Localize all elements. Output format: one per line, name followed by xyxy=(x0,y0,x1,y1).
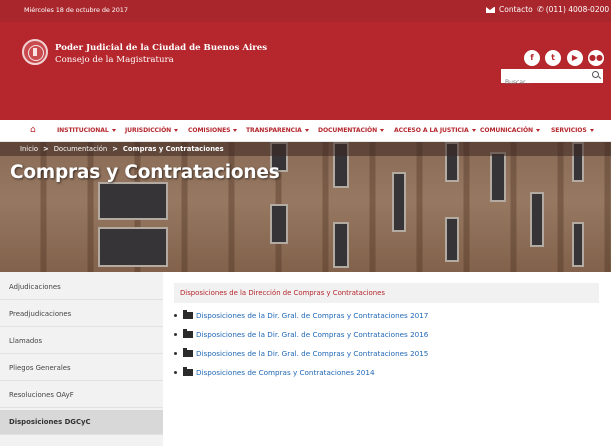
mail-icon xyxy=(486,6,495,13)
document-link[interactable]: Disposiciones de Compras y Contratacione… xyxy=(196,368,375,377)
folder-icon xyxy=(183,328,193,338)
contact-link[interactable]: Contacto xyxy=(486,5,533,14)
sidebar-item-pliegos-generales[interactable]: Pliegos Generales xyxy=(0,356,163,381)
org-subtitle: Consejo de la Magistratura xyxy=(55,55,174,65)
chevron-down-icon xyxy=(111,128,116,132)
phone-icon: ✆ xyxy=(537,5,544,14)
bullet-icon xyxy=(174,332,177,336)
sidebar-item-preadjudicaciones[interactable]: Preadjudicaciones xyxy=(0,302,163,327)
hero-banner: Compras y Contrataciones xyxy=(0,142,611,272)
current-date: Miércoles 18 de octubre de 2017 xyxy=(24,6,128,14)
folder-icon xyxy=(183,347,193,357)
nav-item-comisiones[interactable]: COMISIONES xyxy=(188,127,238,134)
flickr-icon[interactable]: ●● xyxy=(588,50,604,66)
sidebar: Adjudicaciones Preadjudicaciones Llamado… xyxy=(0,272,163,446)
list-item: Disposiciones de la Dir. Gral. de Compra… xyxy=(174,347,428,359)
main-nav: ⌂ INSTITUCIONAL JURISDICCIÓN COMISIONES … xyxy=(0,120,611,142)
breadcrumb-home[interactable]: Inicio xyxy=(20,145,38,153)
nav-item-documentacion[interactable]: DOCUMENTACIÓN xyxy=(318,127,385,134)
nav-item-jurisdiccion[interactable]: JURISDICCIÓN xyxy=(125,127,179,134)
nav-item-transparencia[interactable]: TRANSPARENCIA xyxy=(246,127,309,134)
top-bar: Miércoles 18 de octubre de 2017 Contacto… xyxy=(0,0,611,22)
search-icon[interactable] xyxy=(592,71,599,78)
bullet-icon xyxy=(174,313,177,317)
chevron-down-icon xyxy=(233,128,238,132)
sidebar-item-adjudicaciones[interactable]: Adjudicaciones xyxy=(0,275,163,300)
breadcrumb-current: Compras y Contrataciones xyxy=(122,145,224,153)
list-item: Disposiciones de Compras y Contratacione… xyxy=(174,366,375,378)
chevron-down-icon xyxy=(536,128,541,132)
nav-item-servicios[interactable]: SERVICIOS xyxy=(551,127,594,134)
document-link[interactable]: Disposiciones de la Dir. Gral. de Compra… xyxy=(196,330,428,339)
chevron-down-icon xyxy=(471,128,476,132)
twitter-icon[interactable]: t xyxy=(545,50,561,66)
search-box xyxy=(501,69,603,90)
nav-item-comunicacion[interactable]: COMUNICACIÓN xyxy=(480,127,541,134)
main-content: Disposiciones de la Dirección de Compras… xyxy=(174,283,599,377)
phone-number: (011) 4008-0200 xyxy=(545,5,610,14)
list-item: Disposiciones de la Dir. Gral. de Compra… xyxy=(174,309,428,321)
search-input[interactable] xyxy=(501,75,585,90)
chevron-down-icon xyxy=(380,128,385,132)
sidebar-item-resoluciones-oayf[interactable]: Resoluciones OAyF xyxy=(0,383,163,408)
contact-label: Contacto xyxy=(499,5,533,14)
logo-seal-icon[interactable] xyxy=(22,39,48,65)
section-title: Disposiciones de la Dirección de Compras… xyxy=(174,283,599,303)
nav-item-acceso-justicia[interactable]: ACCESO A LA JUSTICIA xyxy=(394,127,476,134)
sidebar-item-llamados[interactable]: Llamados xyxy=(0,329,163,354)
bullet-icon xyxy=(174,370,177,374)
list-item: Disposiciones de la Dir. Gral. de Compra… xyxy=(174,328,428,340)
youtube-icon[interactable]: ▶ xyxy=(567,50,583,66)
facebook-icon[interactable]: f xyxy=(524,50,540,66)
document-link[interactable]: Disposiciones de la Dir. Gral. de Compra… xyxy=(196,349,428,358)
nav-item-institucional[interactable]: INSTITUCIONAL xyxy=(57,127,116,134)
phone-link[interactable]: ✆ (011) 4008-0200 xyxy=(537,5,609,14)
header-band xyxy=(0,69,611,120)
sidebar-item-disposiciones-dgcyc[interactable]: Disposiciones DGCyC xyxy=(0,410,163,435)
chevron-down-icon xyxy=(304,128,309,132)
chevron-down-icon xyxy=(589,128,594,132)
org-name: Poder Judicial de la Ciudad de Buenos Ai… xyxy=(55,43,268,53)
bullet-icon xyxy=(174,351,177,355)
chevron-down-icon xyxy=(174,128,179,132)
folder-icon xyxy=(183,366,193,376)
breadcrumb-documentacion[interactable]: Documentación xyxy=(54,145,107,153)
folder-icon xyxy=(183,309,193,319)
breadcrumb: Inicio > Documentación > Compras y Contratac… xyxy=(0,142,611,156)
page-title: Compras y Contrataciones xyxy=(10,162,280,183)
document-link[interactable]: Disposiciones de la Dir. Gral. de Compra… xyxy=(196,311,428,320)
home-icon[interactable]: ⌂ xyxy=(30,125,36,135)
